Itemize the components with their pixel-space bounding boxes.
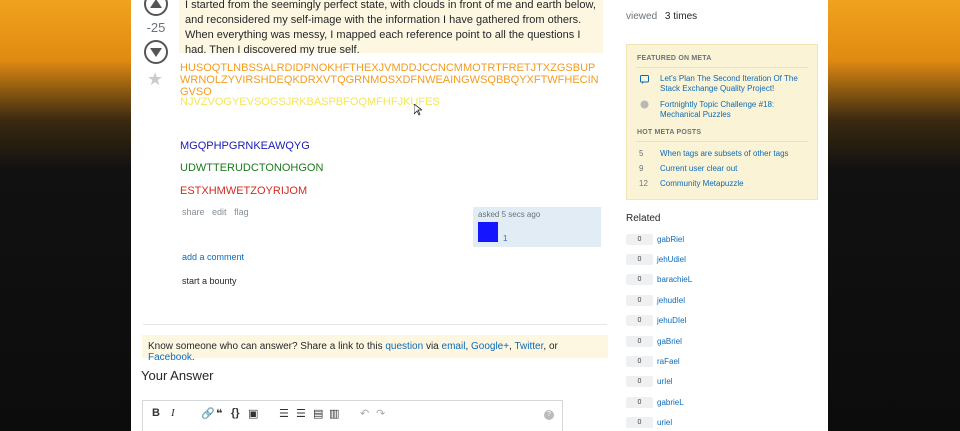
red-letter-line: ESTXHMWETZOYRIJOM: [180, 185, 308, 197]
share-link[interactable]: share: [182, 207, 205, 217]
related-link[interactable]: jehUdiel: [657, 255, 686, 264]
main-page: -25 ★ I started from the seemingly perfe…: [131, 0, 828, 431]
blue-letter-line: MGQPHPGRNKEAWQYG: [180, 140, 310, 152]
related-score: 0: [626, 417, 653, 428]
image-icon[interactable]: ▣: [248, 407, 258, 420]
downvote-button[interactable]: [144, 40, 168, 64]
add-comment-link[interactable]: add a comment: [182, 252, 244, 262]
answer-editor-toolbar: B I 🔗 ❝ {} ▣ ☰ ☰ ▤ ▥ ↶ ↷ ?: [142, 400, 563, 431]
email-link[interactable]: email: [442, 341, 466, 352]
meta-widget: FEATURED ON META Let's Plan The Second I…: [626, 44, 818, 200]
related-link[interactable]: jehudIel: [657, 296, 685, 305]
green-letter-line: UDWTTERUDCTONOHGON: [180, 162, 324, 174]
asked-time: asked 5 secs ago: [478, 210, 541, 219]
facebook-link[interactable]: Facebook: [148, 352, 192, 363]
twitter-link[interactable]: Twitter: [514, 341, 543, 352]
mouse-pointer-icon: [414, 104, 422, 116]
orange-letter-line: HUSOQTLNBSSALRDIDPNOKHFTHEXJVMDDJCCNCMMO…: [180, 62, 599, 98]
undo-icon[interactable]: ↶: [360, 407, 369, 420]
avatar[interactable]: [478, 222, 498, 242]
related-link[interactable]: gabRiel: [657, 235, 684, 244]
numbered-list-icon[interactable]: ☰: [279, 407, 289, 420]
related-link[interactable]: raFael: [657, 357, 680, 366]
chat-bubble-icon: [640, 75, 649, 84]
reputation-score: 1: [503, 234, 508, 243]
asker-card: asked 5 secs ago 1: [473, 207, 601, 247]
italic-icon[interactable]: I: [171, 407, 175, 419]
or-text: , or: [543, 341, 558, 352]
hot-meta-count: 5: [639, 149, 644, 158]
related-score: 0: [626, 336, 653, 347]
share-prefix: Know someone who can answer? Share a lin…: [148, 341, 383, 352]
yellow-letter-line: NJVZVOGYEVSOGSJRKBASPBFOQMFHFJKUFES: [180, 96, 440, 108]
related-link[interactable]: barachieL: [657, 275, 692, 284]
hot-meta-item[interactable]: Community Metapuzzle: [660, 179, 810, 189]
related-score: 0: [626, 295, 653, 306]
share-notice: Know someone who can answer? Share a lin…: [142, 335, 608, 363]
downvote-arrow-icon: [150, 48, 162, 57]
vote-count: -25: [146, 20, 166, 35]
post-menu: share edit flag: [182, 207, 254, 217]
via-text: via: [425, 341, 439, 352]
related-link[interactable]: jehuDIel: [657, 316, 686, 325]
related-link[interactable]: gaBriel: [657, 337, 682, 346]
viewed-value: 3 times: [664, 11, 698, 22]
hot-meta-count: 9: [639, 164, 644, 173]
viewed-stat: viewed 3 times: [626, 11, 697, 22]
related-score: 0: [626, 376, 653, 387]
hot-meta-count: 12: [639, 179, 648, 188]
help-icon[interactable]: ?: [544, 410, 554, 420]
stack-exchange-icon: [640, 100, 649, 109]
featured-heading: FEATURED ON META: [637, 55, 712, 62]
related-link[interactable]: urIel: [657, 377, 673, 386]
viewed-label: viewed: [626, 11, 658, 22]
question-link[interactable]: question: [385, 341, 423, 352]
divider: [143, 324, 607, 325]
divider: [636, 67, 808, 68]
share-end: .: [191, 352, 195, 363]
featured-item[interactable]: Fortnightly Topic Challenge #18: Mechani…: [660, 100, 810, 120]
hot-meta-item[interactable]: When tags are subsets of other tags: [660, 149, 810, 159]
google-link[interactable]: Google+: [471, 341, 509, 352]
related-score: 0: [626, 254, 653, 265]
flag-link[interactable]: flag: [234, 207, 249, 217]
edit-link[interactable]: edit: [212, 207, 227, 217]
redo-icon[interactable]: ↷: [376, 407, 385, 420]
horizontal-rule-icon[interactable]: ▥: [329, 407, 339, 420]
upvote-button[interactable]: [144, 0, 168, 16]
divider: [636, 141, 808, 142]
related-heading: Related: [626, 213, 661, 224]
featured-item[interactable]: Let's Plan The Second Iteration Of The S…: [660, 74, 810, 94]
link-icon[interactable]: 🔗: [201, 407, 215, 420]
code-icon[interactable]: {}: [231, 407, 240, 419]
blockquote-icon[interactable]: ❝: [216, 407, 222, 420]
heading-icon[interactable]: ▤: [313, 407, 323, 420]
hot-meta-heading: HOT META POSTS: [637, 129, 702, 136]
related-score: 0: [626, 315, 653, 326]
bulleted-list-icon[interactable]: ☰: [296, 407, 306, 420]
related-score: 0: [626, 234, 653, 245]
bold-icon[interactable]: B: [152, 407, 160, 419]
related-score: 0: [626, 274, 653, 285]
start-bounty-link[interactable]: start a bounty: [182, 276, 237, 286]
question-body: I started from the seemingly perfect sta…: [179, 0, 603, 56]
hot-meta-item[interactable]: Current user clear out: [660, 164, 810, 174]
your-answer-heading: Your Answer: [141, 368, 214, 383]
related-score: 0: [626, 397, 653, 408]
upvote-arrow-icon: [150, 0, 162, 8]
related-score: 0: [626, 356, 653, 367]
related-link[interactable]: gabrieL: [657, 398, 684, 407]
favorite-star-icon[interactable]: ★: [147, 69, 163, 90]
related-link[interactable]: uriel: [657, 418, 672, 427]
